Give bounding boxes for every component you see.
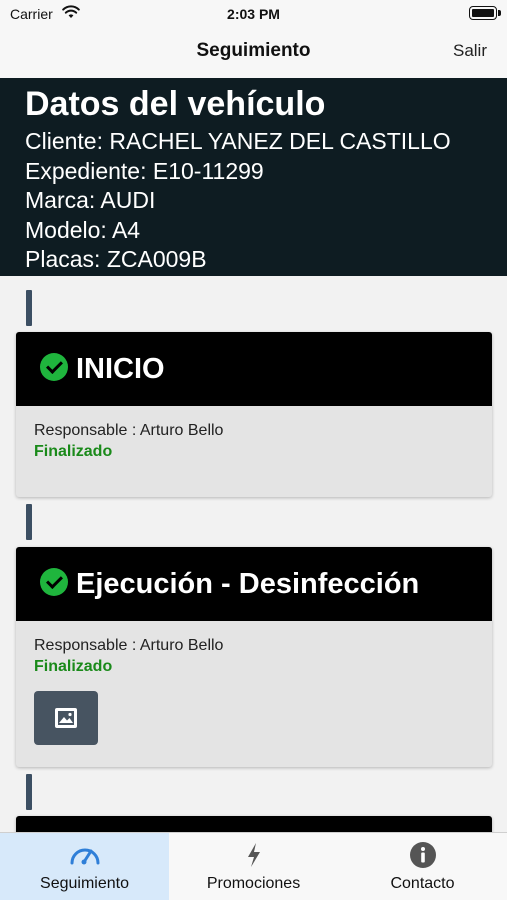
- brand-line: Marca: AUDI: [25, 187, 156, 213]
- tab-label: Promociones: [206, 875, 301, 892]
- lightning-icon: [245, 841, 263, 869]
- step-title: INICIO: [76, 352, 165, 385]
- tab-promociones[interactable]: Promociones: [169, 833, 338, 900]
- step-status: Finalizado: [34, 443, 113, 460]
- info-icon: [409, 841, 437, 869]
- check-circle-icon: [40, 568, 68, 596]
- tab-contacto[interactable]: Contacto: [338, 833, 507, 900]
- file-number-line: Expediente: E10-11299: [25, 157, 264, 184]
- navigation-bar: Seguimiento Salir: [0, 28, 507, 78]
- battery-icon: [469, 6, 501, 20]
- speedometer-icon: [69, 841, 101, 869]
- vehicle-info-title: Datos del vehículo: [25, 85, 326, 123]
- plates-line: Placas: ZCA009B: [25, 246, 207, 272]
- page-title: Seguimiento: [196, 40, 311, 61]
- tab-label: Contacto: [390, 875, 455, 892]
- status-bar: Carrier 2:03 PM: [0, 0, 507, 28]
- timeline-connector: [26, 504, 32, 540]
- timeline-connector: [26, 290, 32, 326]
- step-card-desinfeccion: Ejecución - Desinfección Responsable : A…: [16, 547, 492, 767]
- step-responsible: Responsable : Arturo Bello: [34, 637, 224, 654]
- image-icon: [55, 708, 77, 728]
- check-circle-icon: [40, 353, 68, 381]
- timeline-scroll[interactable]: INICIO Responsable : Arturo Bello Finali…: [0, 276, 507, 832]
- tab-bar: Seguimiento Promociones Contacto: [0, 832, 507, 900]
- step-card-next: [16, 816, 492, 832]
- step-header: INICIO: [16, 332, 492, 406]
- client-line: Cliente: RACHEL YANEZ DEL CASTILLO: [25, 128, 451, 154]
- step-card-inicio: INICIO Responsable : Arturo Bello Finali…: [16, 332, 492, 497]
- view-photo-button[interactable]: [34, 691, 98, 745]
- timeline-connector: [26, 774, 32, 810]
- tab-label: Seguimiento: [40, 875, 129, 892]
- step-responsible: Responsable : Arturo Bello: [34, 422, 224, 439]
- tab-seguimiento[interactable]: Seguimiento: [0, 833, 169, 900]
- step-body: Responsable : Arturo Bello Finalizado: [16, 406, 492, 462]
- clock: 2:03 PM: [227, 6, 280, 22]
- step-title: Ejecución - Desinfección: [76, 567, 420, 600]
- vehicle-info-panel: Datos del vehículo Cliente: RACHEL YANEZ…: [0, 78, 507, 276]
- step-body: Responsable : Arturo Bello Finalizado: [16, 621, 492, 745]
- model-line: Modelo: A4: [25, 216, 141, 243]
- step-status: Finalizado: [34, 658, 113, 675]
- logout-button[interactable]: Salir: [453, 41, 487, 61]
- step-header: Ejecución - Desinfección: [16, 547, 492, 621]
